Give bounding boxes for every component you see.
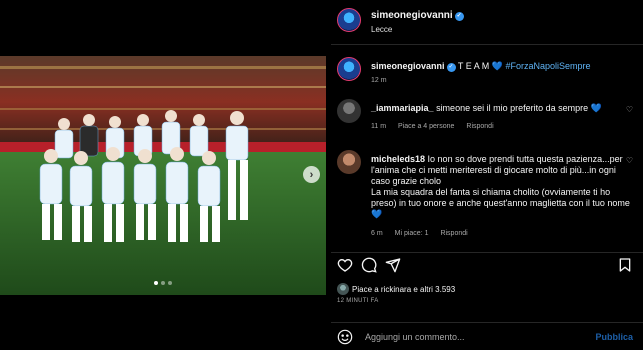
comment-emoji: 💙 — [371, 209, 383, 219]
post-side-panel: simeonegiovanni ✓ Lecce simeonegiovanni ✓ … — [331, 0, 643, 350]
likes-summary-text[interactable]: Piace a rickinara e altri 3.593 — [352, 285, 455, 294]
verified-icon: ✓ — [446, 63, 456, 72]
post-actions — [331, 252, 643, 282]
caption-hashtag[interactable]: #ForzaNapoliSempre — [505, 61, 590, 71]
post-media: › — [0, 0, 331, 350]
post-timestamp: 12 MINUTI FA — [337, 298, 379, 304]
like-icon[interactable] — [337, 257, 353, 273]
comment-meta: 6 m Mi piace: 1 Rispondi — [371, 230, 478, 237]
comment-meta: 11 m Piace a 4 persone Rispondi — [371, 123, 504, 130]
post-location[interactable]: Lecce — [371, 25, 392, 34]
caption-text: simeonegiovanni ✓ T E A M 💙 #ForzaNapoliS… — [371, 61, 591, 72]
comment-body-2: La mia squadra del fanta si chiama choli… — [371, 187, 630, 208]
comment-body: simeone sei il mio preferito da sempre — [436, 103, 589, 113]
comment-time: 6 m — [371, 230, 383, 237]
reply-button[interactable]: Rispondi — [440, 230, 467, 237]
carousel-dot — [154, 281, 158, 285]
commenter-username[interactable]: _iammariapia_ — [371, 103, 434, 113]
post-photo[interactable]: › — [0, 56, 326, 295]
author-username[interactable]: simeonegiovanni ✓ — [371, 10, 464, 21]
comment-like-icon[interactable]: ♡ — [626, 156, 633, 165]
carousel-dot — [161, 281, 165, 285]
post-modal: › simeonegiovanni ✓ Lecce simeonegiovanni… — [0, 0, 643, 350]
comment-icon[interactable] — [361, 257, 377, 273]
comment-emoji: 💙 — [590, 103, 602, 113]
commenter-username[interactable]: micheleds18 — [371, 154, 425, 164]
caption-avatar[interactable] — [337, 57, 361, 81]
reply-button[interactable]: Rispondi — [466, 123, 493, 130]
blue-heart-emoji: 💙 — [491, 61, 503, 71]
carousel-dots — [0, 281, 326, 285]
comment-input[interactable] — [365, 329, 565, 345]
likes-summary[interactable]: Piace a rickinara e altri 3.593 — [337, 283, 455, 295]
verified-icon: ✓ — [454, 12, 464, 21]
save-icon[interactable] — [617, 257, 633, 273]
author-avatar[interactable] — [337, 8, 361, 32]
comment-likes[interactable]: Mi piace: 1 — [395, 230, 429, 237]
emoji-icon[interactable] — [337, 329, 353, 345]
share-icon[interactable] — [385, 257, 401, 273]
liker-avatar — [337, 283, 349, 295]
comment-time: 11 m — [371, 123, 387, 130]
chevron-right-icon[interactable]: › — [303, 166, 320, 183]
comment-text: _iammariapia_ simeone sei il mio preferi… — [371, 103, 602, 114]
author-username-text[interactable]: simeonegiovanni — [371, 10, 453, 21]
caption-body: T E A M — [457, 61, 490, 71]
commenter-avatar[interactable] — [337, 99, 361, 123]
commenter-avatar[interactable] — [337, 150, 361, 174]
add-comment-bar: Pubblica — [331, 322, 643, 350]
team-photo-image — [0, 56, 326, 295]
comment-like-icon[interactable]: ♡ — [626, 105, 633, 114]
carousel-dot — [168, 281, 172, 285]
post-header: simeonegiovanni ✓ Lecce — [331, 0, 643, 45]
publish-button[interactable]: Pubblica — [595, 332, 633, 342]
comment-text: micheleds18 Io non so dove prendi tutta … — [371, 154, 633, 220]
comment-likes[interactable]: Piace a 4 persone — [398, 123, 454, 130]
caption-username[interactable]: simeonegiovanni — [371, 61, 445, 71]
caption-time: 12 m — [371, 77, 387, 84]
